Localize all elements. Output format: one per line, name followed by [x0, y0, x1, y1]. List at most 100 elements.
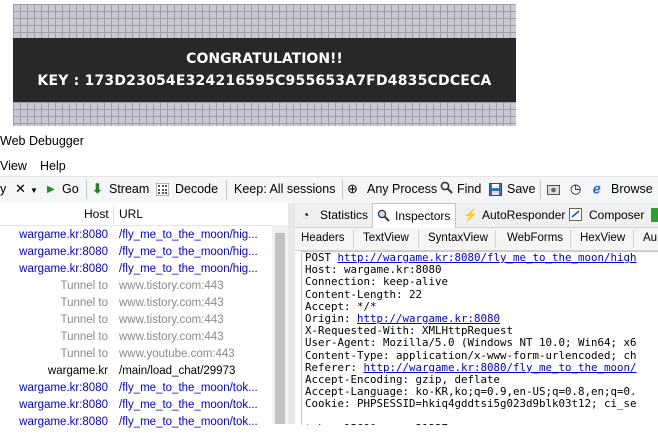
- composer-icon: [569, 208, 582, 224]
- session-row[interactable]: wargame.kr:8080/fly_me_to_the_moon/tok..…: [0, 399, 272, 416]
- request-link[interactable]: http://wargame.kr:8080: [357, 312, 500, 325]
- subtab-webforms[interactable]: WebForms: [507, 232, 563, 244]
- decode-button[interactable]: Decode: [175, 182, 218, 196]
- session-row[interactable]: wargame.kr:8080/fly_me_to_the_moon/tok..…: [0, 416, 272, 433]
- go-button[interactable]: Go: [62, 182, 79, 196]
- session-host: Tunnel to: [60, 348, 108, 360]
- menu-help[interactable]: Help: [40, 159, 66, 173]
- subtab-divider: [353, 230, 354, 248]
- session-row[interactable]: wargame.kr:8080/fly_me_to_the_moon/hig..…: [0, 246, 272, 263]
- remove-icon[interactable]: ✕: [15, 181, 26, 197]
- tab-composer[interactable]: Composer: [563, 203, 648, 226]
- session-host: wargame.kr:8080: [19, 382, 108, 394]
- session-row[interactable]: Tunnel to www.tistory.com:443: [0, 331, 272, 348]
- tab-autoresponder[interactable]: ⚡ AutoResponder: [457, 203, 565, 226]
- subtab-headers[interactable]: Headers: [301, 232, 344, 244]
- request-line-text: Accept: */*: [305, 299, 377, 313]
- inspector-pane: ◔ Statistics Inspectors ⚡ AutoResponder …: [295, 203, 658, 425]
- column-header-url[interactable]: URL: [119, 207, 143, 221]
- find-button[interactable]: Find: [457, 182, 481, 196]
- replay-button-fragment[interactable]: y: [0, 182, 6, 196]
- session-url: /main/load_chat/29973: [119, 365, 236, 377]
- request-line-text: Connection: keep-alive: [305, 275, 449, 289]
- toolbar-divider: [86, 180, 87, 199]
- toolbar: y ✕ ▼ ▶ Go ⬇ Stream Decode Keep: All ses…: [0, 176, 658, 204]
- request-line-text: Accept-Language: ko-KR,ko;q=0.9,en-US;q=…: [305, 385, 637, 399]
- session-url: /fly_me_to_the_moon/tok...: [119, 382, 258, 394]
- session-host: wargame.kr:8080: [19, 263, 108, 275]
- title-bar: Web Debugger: [0, 126, 658, 156]
- session-url: /fly_me_to_the_moon/tok...: [119, 416, 258, 428]
- session-url: www.tistory.com:443: [119, 280, 224, 292]
- chevron-down-icon[interactable]: ▼: [30, 186, 38, 195]
- subtab-divider: [570, 230, 571, 248]
- stream-button[interactable]: Stream: [109, 182, 149, 196]
- any-process-button[interactable]: Any Process: [367, 182, 437, 196]
- request-line-text: Content-Type: application/x-www-form-url…: [305, 348, 637, 362]
- session-row[interactable]: wargame.kr:8080/fly_me_to_the_moon/hig..…: [0, 263, 272, 280]
- session-url: www.youtube.com:443: [119, 348, 235, 360]
- session-url: /fly_me_to_the_moon/hig...: [119, 246, 258, 258]
- session-host: wargame.kr:8080: [19, 229, 108, 241]
- scrollbar-thumb[interactable]: [275, 233, 285, 424]
- screenshot-icon[interactable]: [547, 183, 560, 199]
- session-row[interactable]: Tunnel to www.tistory.com:443: [0, 314, 272, 331]
- toolbar-divider: [226, 180, 227, 199]
- inspector-subtabs: Headers TextView SyntaxView WebForms Hex…: [295, 228, 658, 251]
- session-list-header: Host URL: [0, 203, 288, 226]
- game-area: CONGRATULATION!! KEY : 173D23054E3242165…: [0, 0, 658, 126]
- subtab-syntaxview[interactable]: SyntaxView: [428, 232, 488, 244]
- keep-sessions-dropdown[interactable]: Keep: All sessions: [234, 182, 335, 196]
- session-url: www.tistory.com:443: [119, 297, 224, 309]
- debugger-window: Web Debugger View Help y ✕ ▼ ▶ Go ⬇ Stre…: [0, 126, 658, 428]
- subtab-divider: [495, 230, 496, 248]
- request-line-text: X-Requested-With: XMLHttpRequest: [305, 324, 514, 338]
- decode-icon: [155, 182, 170, 199]
- column-header-host[interactable]: Host: [84, 207, 109, 221]
- request-link[interactable]: http://wargame.kr:8080/fly_me_to_the_moo…: [364, 361, 637, 374]
- raw-request-view[interactable]: POST http://wargame.kr:8080/fly_me_to_th…: [301, 251, 658, 425]
- session-row[interactable]: Tunnel to www.tistory.com:443: [0, 297, 272, 314]
- session-row[interactable]: Tunnel to www.tistory.com:443: [0, 280, 272, 297]
- tab-inspectors[interactable]: Inspectors: [372, 203, 456, 228]
- tab-overflow[interactable]: [651, 208, 658, 222]
- session-host: Tunnel to: [60, 280, 108, 292]
- find-icon: [440, 181, 453, 197]
- subtab-divider: [633, 230, 634, 248]
- request-line-text: Origin:: [305, 312, 358, 326]
- save-button[interactable]: Save: [507, 182, 536, 196]
- menu-bar: View Help: [0, 156, 658, 176]
- browser-icon: ℯ: [593, 181, 601, 196]
- session-host: Tunnel to: [60, 297, 108, 309]
- request-line-text: Content-Length: 22: [305, 287, 423, 301]
- session-row[interactable]: wargame.kr/main/load_chat/29973: [0, 365, 272, 382]
- session-list: Host URL wargame.kr:8080/fly_me_to_the_m…: [0, 203, 288, 428]
- tab-statistics[interactable]: ◔ Statistics: [298, 203, 370, 226]
- lightning-icon: ⚡: [463, 208, 478, 222]
- crosshair-icon: ⊕: [347, 181, 358, 196]
- subtab-auth[interactable]: Au: [643, 232, 657, 244]
- subtab-textview[interactable]: TextView: [363, 232, 409, 244]
- request-link[interactable]: http://wargame.kr:8080/fly_me_to_the_moo…: [338, 252, 637, 264]
- request-line: Cookie: PHPSESSID=hkiq4gddtsi5g023d9blk0…: [302, 398, 658, 410]
- request-line-text: token=1569&score=31337: [305, 422, 448, 425]
- request-line-text: Referer:: [305, 360, 364, 374]
- column-divider: [113, 205, 114, 223]
- session-row[interactable]: wargame.kr:8080/fly_me_to_the_moon/tok..…: [0, 382, 272, 399]
- menu-view[interactable]: View: [0, 159, 27, 173]
- session-host: wargame.kr:8080: [19, 399, 108, 411]
- session-row[interactable]: wargame.kr:8080/fly_me_to_the_moon/hig..…: [0, 229, 272, 246]
- timer-icon[interactable]: ◷: [570, 181, 581, 197]
- subtab-hexview[interactable]: HexView: [580, 232, 625, 244]
- browse-button[interactable]: Browse: [611, 182, 653, 196]
- request-line-text: Accept-Encoding: gzip, deflate: [305, 373, 501, 387]
- session-host: wargame.kr:8080: [19, 246, 108, 258]
- session-row[interactable]: Tunnel to www.youtube.com:443: [0, 348, 272, 365]
- pane-splitter[interactable]: [288, 203, 295, 424]
- request-line-text: Host: wargame.kr:8080: [305, 263, 442, 277]
- subtab-divider: [418, 230, 419, 248]
- main-tabs: ◔ Statistics Inspectors ⚡ AutoResponder …: [295, 203, 658, 228]
- window-title: Web Debugger: [0, 134, 84, 148]
- vertical-scrollbar[interactable]: [272, 225, 288, 424]
- congratulation-banner: CONGRATULATION!! KEY : 173D23054E3242165…: [13, 38, 516, 102]
